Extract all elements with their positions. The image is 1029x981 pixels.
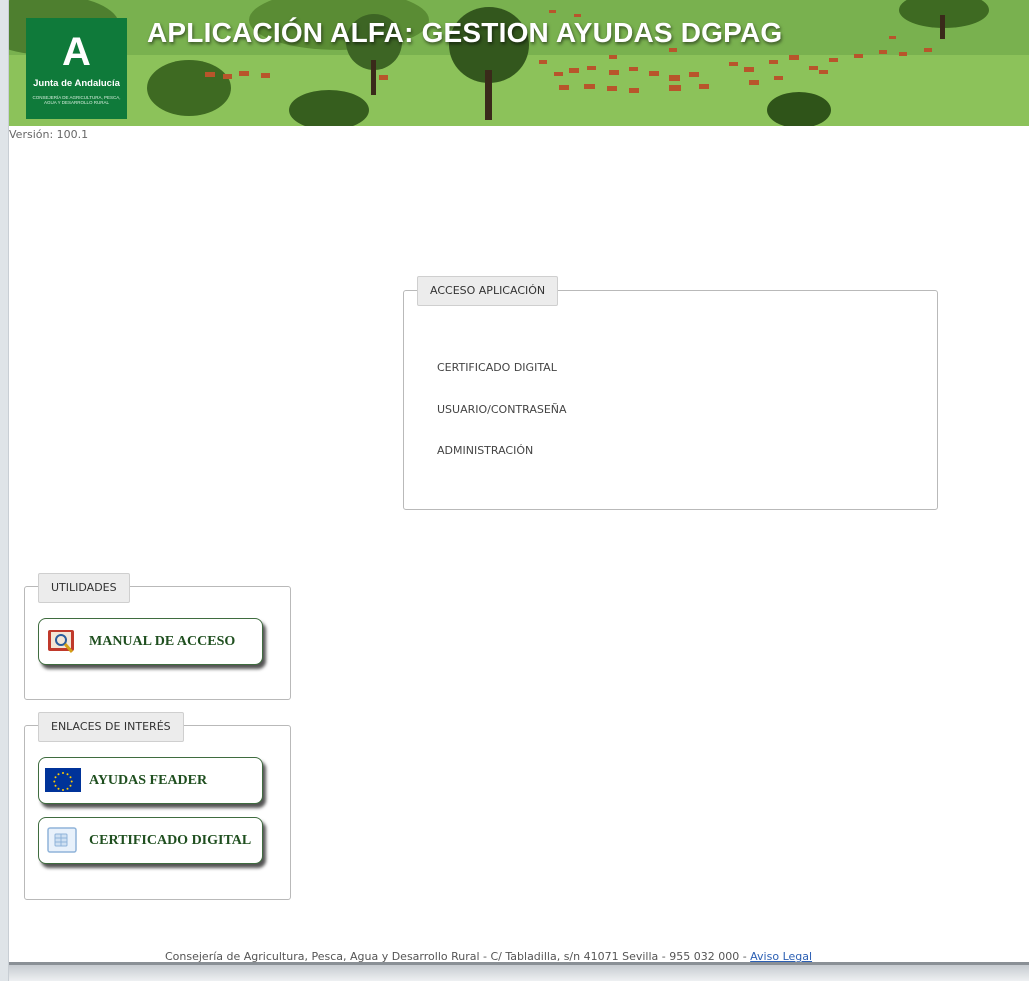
window-left-edge <box>0 0 9 981</box>
logo-mark: A <box>62 30 91 74</box>
footer-bar <box>9 965 1029 981</box>
manual-access-button[interactable]: MANUAL DE ACCESO <box>38 618 263 665</box>
manual-book-icon <box>48 630 74 653</box>
eu-flag-icon <box>45 768 81 792</box>
access-administration-link[interactable]: ADMINISTRACIÓN <box>437 444 533 457</box>
app-title: APLICACIÓN ALFA: GESTION AYUDAS DGPAG <box>147 17 783 48</box>
access-user-password-link[interactable]: USUARIO/CONTRASEÑA <box>437 403 567 416</box>
junta-andalucia-logo[interactable]: A Junta de Andalucía CONSEJERÍA DE AGRIC… <box>26 18 127 119</box>
access-certificate-link[interactable]: CERTIFICADO DIGITAL <box>437 361 557 374</box>
digital-certificate-icon <box>47 827 77 853</box>
links-of-interest-panel <box>24 725 291 900</box>
ayudas-feader-button[interactable]: AYUDAS FEADER <box>38 757 263 804</box>
access-panel-legend: ACCESO APLICACIÓN <box>417 276 559 306</box>
access-panel <box>403 290 938 510</box>
manual-access-label: MANUAL DE ACCESO <box>89 634 236 649</box>
logo-subtitle: CONSEJERÍA DE AGRICULTURA, PESCA, AGUA Y… <box>32 95 121 105</box>
digital-certificate-label: CERTIFICADO DIGITAL <box>89 833 252 848</box>
utilities-legend: UTILIDADES <box>38 573 130 603</box>
digital-certificate-button[interactable]: CERTIFICADO DIGITAL <box>38 817 263 864</box>
header-banner: A Junta de Andalucía CONSEJERÍA DE AGRIC… <box>9 0 1029 126</box>
page: A Junta de Andalucía CONSEJERÍA DE AGRIC… <box>0 0 1029 981</box>
ayudas-feader-label: AYUDAS FEADER <box>89 773 208 788</box>
links-of-interest-legend: ENLACES DE INTERÉS <box>38 712 184 742</box>
version-label: Versión: 100.1 <box>9 128 89 141</box>
logo-name: Junta de Andalucía <box>33 78 120 89</box>
